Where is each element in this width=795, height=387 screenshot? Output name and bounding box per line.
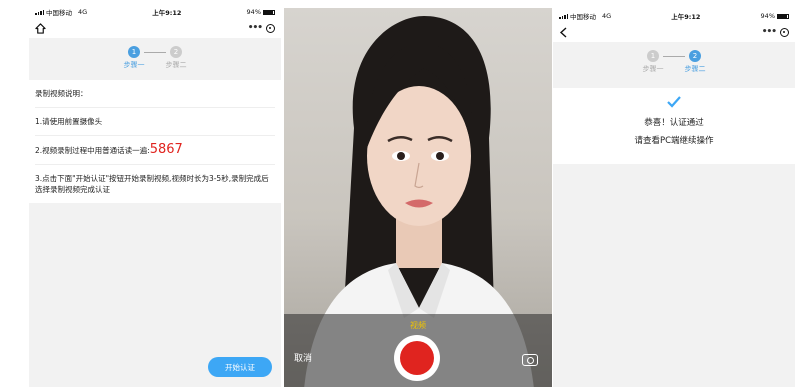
close-capsule-icon[interactable]	[780, 27, 789, 37]
camera-screen: 视频 取消	[284, 8, 552, 387]
close-capsule-icon[interactable]	[266, 23, 275, 33]
step-one: 1 步骤一	[633, 50, 673, 74]
more-icon[interactable]: •••	[248, 23, 263, 33]
more-icon[interactable]: •••	[762, 27, 777, 37]
status-time: 上午9:12	[671, 13, 701, 21]
step-indicator: 1 步骤一 2 步骤二	[553, 42, 795, 82]
battery-label: 94%	[760, 12, 775, 20]
carrier-label: 中国移动	[46, 9, 72, 17]
instructions-card: 录制视频说明： 1.请使用前置摄像头 2.视频录制过程中用普通话读一遍:5867…	[29, 80, 281, 203]
step-two-label: 步骤二	[165, 61, 187, 69]
record-icon	[400, 341, 434, 375]
checkmark-icon	[667, 96, 681, 108]
reading-code: 5867	[149, 142, 183, 157]
instruction-item-1: 1.请使用前置摄像头	[35, 108, 275, 136]
nav-bar: •••	[553, 22, 795, 42]
start-verification-button[interactable]: 开始认证	[208, 357, 272, 377]
success-message: 恭喜！认证通过	[644, 118, 704, 128]
back-arrow-icon[interactable]	[559, 26, 568, 38]
network-label: 4G	[78, 8, 88, 16]
instructions-screen: 中国移动 4G 上午9:12 94% ••• 1 步骤一 2 步骤二 录制视频说…	[29, 6, 281, 387]
step-one: 1 步骤一	[114, 46, 154, 70]
step-two-label: 步骤二	[684, 65, 706, 73]
step-two: 2 步骤二	[675, 50, 715, 74]
record-button[interactable]	[394, 335, 440, 381]
carrier-label: 中国移动	[570, 13, 596, 21]
step-one-label: 步骤一	[642, 65, 664, 73]
mini-program-capsule: •••	[762, 27, 789, 37]
step-one-label: 步骤一	[123, 61, 145, 69]
cancel-button[interactable]: 取消	[294, 351, 312, 364]
status-time: 上午9:12	[152, 9, 182, 17]
step-indicator: 1 步骤一 2 步骤二	[29, 38, 281, 78]
instruction-item-3: 3.点击下面"开始认证"按钮开始录制视频,视频时长为3-5秒,录制完成后选择录制…	[35, 174, 269, 194]
step-two-dot: 2	[170, 46, 182, 58]
video-mode-label[interactable]: 视频	[284, 320, 552, 331]
step-two: 2 步骤二	[156, 46, 196, 70]
battery-label: 94%	[246, 8, 261, 16]
instruction-item-2: 2.视频录制过程中用普通话读一遍:5867	[35, 136, 275, 165]
network-label: 4G	[602, 12, 612, 20]
step-one-dot: 1	[128, 46, 140, 58]
signal-icon	[35, 9, 44, 15]
instructions-heading: 录制视频说明：	[35, 80, 275, 108]
home-icon[interactable]	[35, 22, 46, 34]
step-one-dot: 1	[647, 50, 659, 62]
camera-flip-icon[interactable]	[522, 354, 538, 366]
nav-bar: •••	[29, 18, 281, 38]
battery-icon	[263, 9, 275, 15]
success-screen: 中国移动 4G 上午9:12 94% ••• 1 步骤一 2 步骤二 恭喜！认证…	[553, 10, 795, 387]
status-bar: 中国移动 4G 上午9:12 94%	[29, 6, 281, 18]
success-panel: 恭喜！认证通过 请查看PC端继续操作	[553, 88, 795, 164]
status-bar: 中国移动 4G 上午9:12 94%	[553, 10, 795, 22]
instruction-item-2-text: 2.视频录制过程中用普通话读一遍:	[35, 146, 150, 155]
signal-icon	[559, 13, 568, 19]
mini-program-capsule: •••	[248, 23, 275, 33]
battery-icon	[777, 13, 789, 19]
success-instruction: 请查看PC端继续操作	[634, 136, 714, 146]
step-two-dot: 2	[689, 50, 701, 62]
